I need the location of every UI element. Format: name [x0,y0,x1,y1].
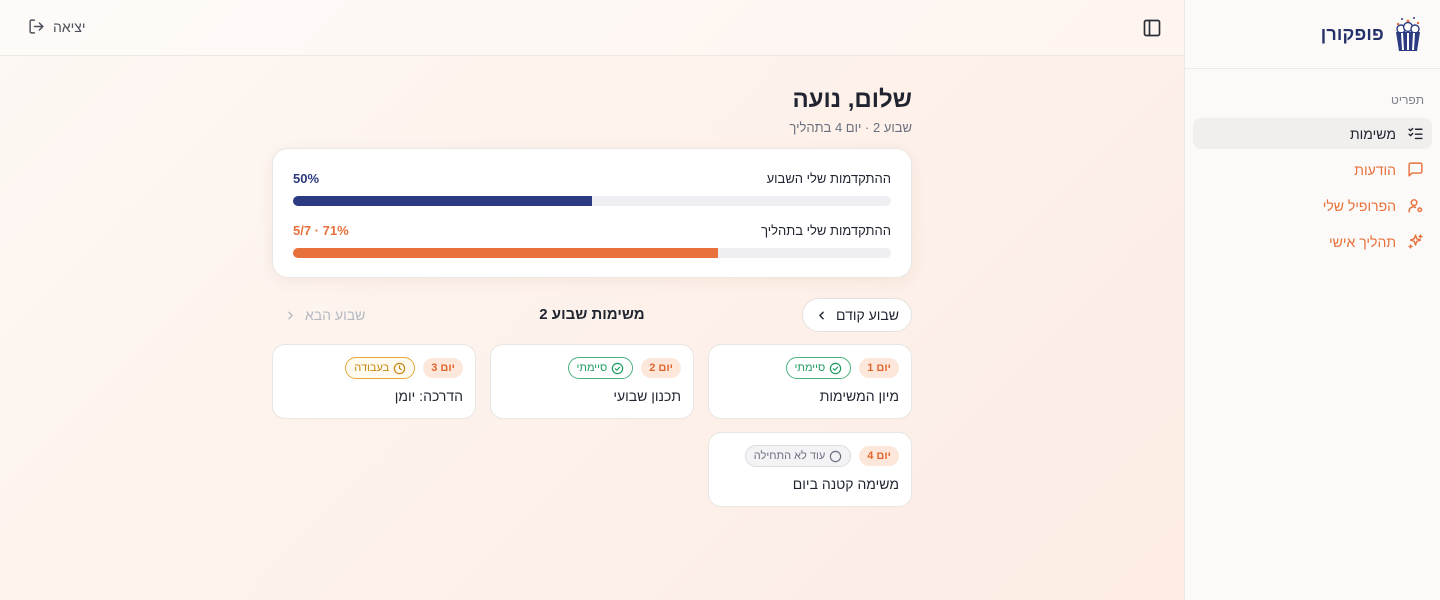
status-text: בעבודה [354,362,390,374]
page-subtitle: שבוע 2 · יום 4 בתהליך [789,120,912,135]
status-text: סיימתי [576,362,608,374]
brand-name: פופקורן [1320,23,1384,44]
check-circle-icon [830,362,842,374]
circle-icon [830,450,842,462]
user-cog-icon [1406,197,1424,215]
task-card-header: יום 3 בעבודה [285,357,463,379]
message-square-icon [1406,161,1424,179]
sidebar-nav: משימות הודעות הפרופיל שלי תהליך אישי [1193,118,1432,262]
sidebar-item-label: הודעות [1354,161,1396,178]
list-checks-icon [1406,125,1424,143]
status-badge: סיימתי [567,357,634,379]
day-badge: יום 4 [859,446,899,466]
popcorn-logo-icon [1396,17,1420,51]
progress-card: ההתקדמות שלי השבוע 50% ההתקדמות שלי בתהל… [272,148,912,278]
sidebar-item-tasks[interactable]: משימות [1193,118,1432,149]
next-week-button[interactable]: שבוע הבא [284,307,365,323]
logout-label: יציאה [53,18,86,35]
week-navigation: שבוע קודם משימות שבוע 2 שבוע הבא [272,298,912,332]
sidebar-item-messages[interactable]: הודעות [1193,154,1432,185]
day-badge: יום 3 [423,358,463,378]
panel-toggle-icon [1143,19,1161,37]
task-card-header: יום 4 עוד לא התחילה [721,445,899,467]
week-title: משימות שבוע 2 [539,306,645,323]
sidebar-section-label: תפריט [1391,93,1424,107]
week-progress-value: 50% [293,171,320,186]
day-badge: יום 1 [859,358,899,378]
sidebar-item-label: תהליך אישי [1329,233,1396,250]
sidebar-item-personal-process[interactable]: תהליך אישי [1193,226,1432,257]
task-title: תכנון שבועי [613,388,681,404]
chevron-right-icon [288,311,293,319]
sidebar-item-profile[interactable]: הפרופיל שלי [1193,190,1432,221]
main-area: יציאה שלום, נועה שבוע 2 · יום 4 בתהליך ה… [0,0,1184,600]
sparkles-icon [1406,233,1424,251]
sidebar-item-label: הפרופיל שלי [1322,197,1396,214]
task-grid: יום 1 סיימתי מיון המשימות יום 2 סיימתי ת… [272,344,912,507]
overall-progress-label: ההתקדמות שלי בתהליך [761,223,891,238]
page-title: שלום, נועה [792,86,912,113]
task-card[interactable]: יום 4 עוד לא התחילה משימה קטנה ביום [708,432,912,507]
task-card[interactable]: יום 1 סיימתי מיון המשימות [708,344,912,419]
status-badge: בעבודה [345,357,416,379]
task-card-header: יום 2 סיימתי [503,357,681,379]
dashboard-content: שלום, נועה שבוע 2 · יום 4 בתהליך ההתקדמו… [272,56,912,507]
overall-progress-row: ההתקדמות שלי בתהליך 5/7 · 71% [293,223,891,238]
overall-progress-track [293,248,891,258]
week-progress-track [293,196,891,206]
log-out-icon [29,19,44,34]
week-progress-label: ההתקדמות שלי השבוע [766,171,891,186]
overall-progress-fill [293,248,718,258]
task-title: משימה קטנה ביום [792,476,899,492]
overall-progress-value: 5/7 · 71% [293,223,349,238]
day-badge: יום 2 [641,358,681,378]
clock-icon [394,362,406,374]
status-text: סיימתי [794,362,826,374]
status-badge: עוד לא התחילה [744,445,852,467]
logout-button[interactable]: יציאה [28,18,86,35]
task-title: הדרכה: יומן [394,388,463,404]
check-circle-icon [612,362,624,374]
task-card[interactable]: יום 2 סיימתי תכנון שבועי [490,344,694,419]
top-bar: יציאה [0,0,1184,56]
sidebar-toggle-button[interactable] [1142,18,1162,38]
sidebar-item-label: משימות [1350,125,1396,142]
status-badge: סיימתי [785,357,852,379]
sidebar-header: פופקורן [1185,0,1440,69]
task-card-header: יום 1 סיימתי [721,357,899,379]
status-text: עוד לא התחילה [753,450,826,462]
task-title: מיון המשימות [819,388,899,404]
week-progress-row: ההתקדמות שלי השבוע 50% [293,171,891,186]
next-week-label: שבוע הבא [305,307,366,323]
task-card[interactable]: יום 3 בעבודה הדרכה: יומן [272,344,476,419]
week-progress-fill [293,196,592,206]
sidebar: פופקורן תפריט משימות הודעות הפרופיל שלי … [1184,0,1440,600]
